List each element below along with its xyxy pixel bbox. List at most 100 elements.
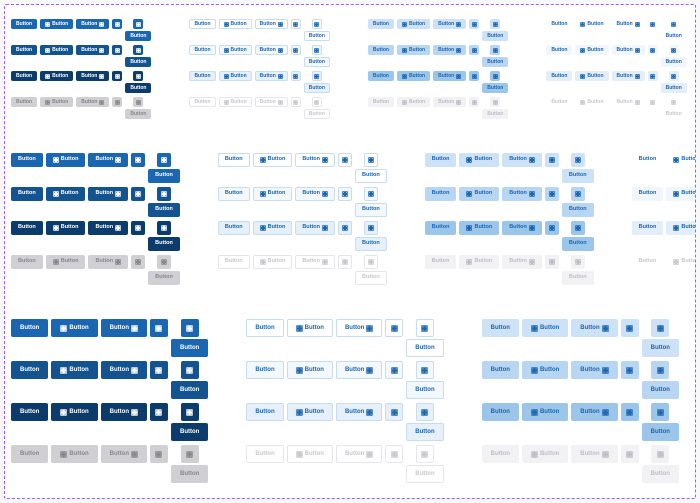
button-icon-only[interactable]	[312, 19, 322, 29]
button-icon-only[interactable]	[150, 319, 168, 337]
button[interactable]: Button	[46, 153, 86, 167]
button-text[interactable]: Button	[355, 237, 387, 251]
button[interactable]: Button	[368, 71, 394, 81]
button[interactable]: Button	[575, 19, 608, 29]
button[interactable]: Button	[11, 319, 48, 337]
button[interactable]: Button	[218, 153, 250, 167]
button-icon-only[interactable]	[621, 319, 639, 337]
button-icon-only[interactable]	[385, 361, 403, 379]
button-text[interactable]: Button	[148, 237, 180, 251]
button[interactable]: Button	[575, 71, 608, 81]
button-text[interactable]: Button	[125, 83, 151, 93]
button[interactable]: Button	[11, 19, 37, 29]
button-text[interactable]: Button	[125, 57, 151, 67]
button-icon-only[interactable]	[648, 19, 658, 29]
button[interactable]: Button	[502, 187, 542, 201]
button[interactable]: Button	[336, 361, 382, 379]
button-icon-only[interactable]	[364, 187, 378, 201]
button-text[interactable]: Button	[642, 339, 679, 357]
button-icon-only[interactable]	[545, 187, 559, 201]
button[interactable]: Button	[11, 45, 37, 55]
button-icon-only[interactable]	[490, 71, 500, 81]
button[interactable]: Button	[40, 45, 73, 55]
button-text[interactable]: Button	[562, 169, 594, 183]
button[interactable]: Button	[88, 221, 128, 235]
button-icon-only[interactable]	[181, 403, 199, 421]
button-icon-only[interactable]	[469, 45, 479, 55]
button[interactable]: Button	[397, 71, 430, 81]
button[interactable]: Button	[295, 153, 335, 167]
button-text[interactable]: Button	[661, 83, 687, 93]
button[interactable]: Button	[101, 403, 147, 421]
button-icon-only[interactable]	[133, 71, 143, 81]
button[interactable]: Button	[40, 71, 73, 81]
button-icon-only[interactable]	[416, 361, 434, 379]
button-icon-only[interactable]	[545, 153, 559, 167]
button[interactable]: Button	[255, 19, 288, 29]
button[interactable]: Button	[219, 19, 252, 29]
button-icon-only[interactable]	[131, 187, 145, 201]
button[interactable]: Button	[253, 221, 293, 235]
button-icon-only[interactable]	[669, 19, 679, 29]
button[interactable]: Button	[88, 153, 128, 167]
button-icon-only[interactable]	[112, 45, 122, 55]
button[interactable]: Button	[219, 71, 252, 81]
button[interactable]: Button	[336, 403, 382, 421]
button[interactable]: Button	[11, 361, 48, 379]
button[interactable]: Button	[11, 71, 37, 81]
button[interactable]: Button	[612, 19, 645, 29]
button[interactable]: Button	[397, 45, 430, 55]
button-text[interactable]: Button	[304, 83, 330, 93]
button[interactable]: Button	[433, 45, 466, 55]
button-icon-only[interactable]	[648, 71, 658, 81]
button-text[interactable]: Button	[304, 31, 330, 41]
button-icon-only[interactable]	[157, 153, 171, 167]
button[interactable]: Button	[46, 221, 86, 235]
button[interactable]: Button	[368, 19, 394, 29]
button-icon-only[interactable]	[469, 71, 479, 81]
button-icon-only[interactable]	[150, 361, 168, 379]
button-icon-only[interactable]	[131, 153, 145, 167]
button[interactable]: Button	[571, 319, 617, 337]
button-text[interactable]: Button	[482, 83, 508, 93]
button[interactable]: Button	[295, 221, 335, 235]
button[interactable]: Button	[336, 319, 382, 337]
button-icon-only[interactable]	[669, 45, 679, 55]
button-text[interactable]: Button	[642, 423, 679, 441]
button[interactable]: Button	[40, 19, 73, 29]
button-icon-only[interactable]	[621, 403, 639, 421]
button-text[interactable]: Button	[171, 339, 208, 357]
button[interactable]: Button	[295, 187, 335, 201]
button[interactable]: Button	[482, 403, 519, 421]
button-icon-only[interactable]	[545, 221, 559, 235]
button[interactable]: Button	[546, 45, 572, 55]
button-text[interactable]: Button	[642, 381, 679, 399]
button[interactable]: Button	[433, 71, 466, 81]
button-icon-only[interactable]	[571, 153, 585, 167]
button[interactable]: Button	[612, 71, 645, 81]
button[interactable]: Button	[255, 71, 288, 81]
button[interactable]: Button	[76, 19, 109, 29]
button[interactable]: Button	[575, 45, 608, 55]
button-text[interactable]: Button	[406, 339, 443, 357]
button-icon-only[interactable]	[364, 221, 378, 235]
button-text[interactable]: Button	[148, 169, 180, 183]
button[interactable]: Button	[546, 71, 572, 81]
button[interactable]: Button	[502, 221, 542, 235]
button[interactable]: Button	[11, 403, 48, 421]
button-icon-only[interactable]	[651, 361, 669, 379]
button[interactable]: Button	[482, 361, 519, 379]
button-icon-only[interactable]	[181, 361, 199, 379]
button[interactable]: Button	[666, 221, 696, 235]
button-icon-only[interactable]	[133, 45, 143, 55]
button[interactable]: Button	[632, 221, 664, 235]
button[interactable]: Button	[666, 153, 696, 167]
button[interactable]: Button	[571, 403, 617, 421]
button-icon-only[interactable]	[133, 19, 143, 29]
button[interactable]: Button	[287, 319, 333, 337]
button[interactable]: Button	[433, 19, 466, 29]
button-text[interactable]: Button	[406, 423, 443, 441]
button-text[interactable]: Button	[304, 57, 330, 67]
button-text[interactable]: Button	[148, 203, 180, 217]
button-icon-only[interactable]	[651, 403, 669, 421]
